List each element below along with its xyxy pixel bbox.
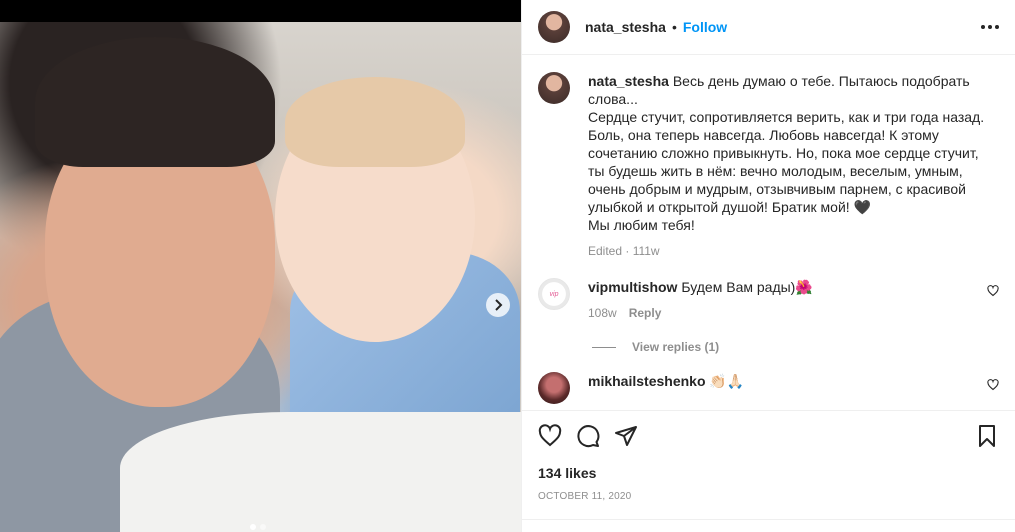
- photo-shape: [35, 37, 275, 167]
- photo-shape: [120, 412, 521, 532]
- post-caption: nata_stesha Весь день думаю о тебе. Пыта…: [538, 72, 999, 260]
- view-replies-button[interactable]: View replies (1): [592, 340, 999, 354]
- share-button[interactable]: [614, 424, 638, 448]
- replies-divider-line: [592, 346, 616, 348]
- comment-item: mikhailsteshenko 👏🏻🙏🏻: [538, 372, 999, 404]
- heart-icon: [538, 424, 562, 447]
- more-options-icon[interactable]: [981, 25, 999, 29]
- caption-text-line-3: Мы любим тебя!: [588, 217, 695, 233]
- follow-button[interactable]: Follow: [683, 19, 727, 35]
- comment-button[interactable]: [576, 424, 600, 448]
- reply-button[interactable]: Reply: [629, 304, 662, 322]
- comment-icon: [577, 425, 600, 448]
- view-replies-label: View replies (1): [632, 340, 720, 354]
- comment-username[interactable]: vipmultishow: [588, 279, 677, 295]
- chevron-right-icon: [495, 299, 503, 311]
- slide-indicator: [250, 524, 266, 530]
- next-slide-button[interactable]: [486, 293, 510, 317]
- slide-dot: [260, 524, 266, 530]
- caption-username[interactable]: nata_stesha: [588, 73, 669, 89]
- like-button[interactable]: [538, 424, 562, 448]
- photo-shape: [285, 77, 465, 167]
- comment-text: 👏🏻🙏🏻: [709, 373, 745, 389]
- comment-username[interactable]: mikhailsteshenko: [588, 373, 706, 389]
- comment-avatar[interactable]: [538, 372, 570, 404]
- likes-count[interactable]: 134 likes: [538, 465, 999, 481]
- comment-text: Будем Вам рады)🌺: [681, 279, 813, 295]
- post-date[interactable]: OCTOBER 11, 2020: [538, 491, 999, 502]
- comments-list[interactable]: nata_stesha Весь день думаю о тебе. Пыта…: [522, 56, 1015, 410]
- heart-icon[interactable]: [987, 379, 999, 391]
- post-header: nata_stesha • Follow: [522, 0, 1015, 55]
- caption-meta: Edited · 111w: [588, 244, 660, 258]
- post-actions: 134 likes OCTOBER 11, 2020: [522, 410, 1015, 502]
- header-separator: •: [671, 19, 677, 35]
- slide-dot-active: [250, 524, 256, 530]
- share-icon: [615, 426, 637, 446]
- post-panel: nata_stesha • Follow nata_stesha Весь де…: [521, 0, 1015, 532]
- comment-age: 108w: [588, 306, 617, 320]
- caption-text-line-2: Сердце стучит, сопротивляется верить, ка…: [588, 109, 985, 215]
- post-media[interactable]: [0, 22, 521, 532]
- author-avatar[interactable]: [538, 11, 570, 43]
- heart-icon[interactable]: [987, 285, 999, 297]
- comment-avatar[interactable]: vip: [538, 278, 570, 310]
- comment-item: vip vipmultishow Будем Вам рады)🌺 108w R…: [538, 278, 999, 322]
- caption-avatar[interactable]: [538, 72, 570, 104]
- author-username[interactable]: nata_stesha: [585, 19, 666, 35]
- save-button[interactable]: [975, 424, 999, 448]
- bookmark-icon: [979, 425, 995, 447]
- divider: [522, 519, 1015, 520]
